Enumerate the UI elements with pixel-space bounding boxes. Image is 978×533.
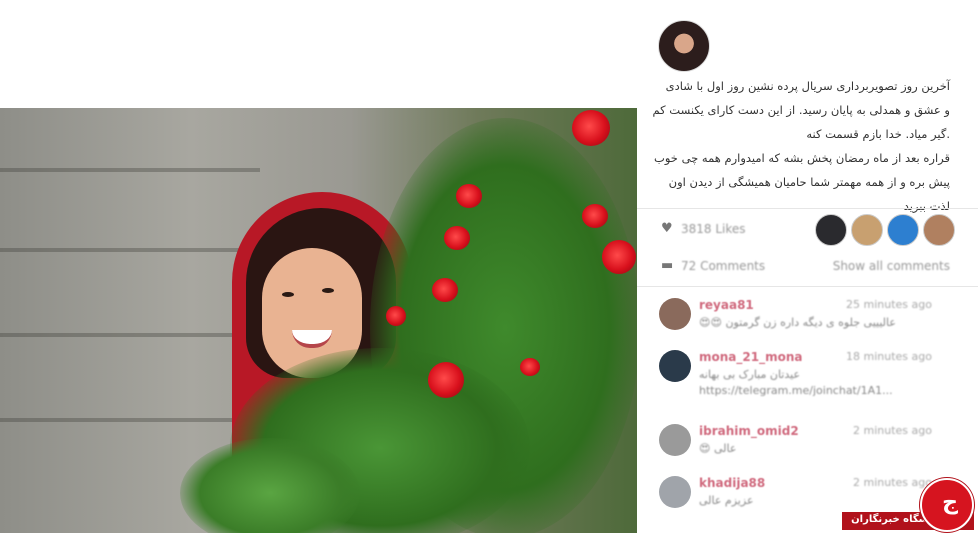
photo-rose xyxy=(572,110,610,146)
liker-avatar[interactable] xyxy=(815,214,847,246)
comment-item: reyaa81 25 minutes ago 😍😍 عالیییی جلوه ی… xyxy=(637,294,978,344)
photo-rose xyxy=(444,226,470,250)
divider xyxy=(637,286,978,287)
divider xyxy=(637,208,978,209)
photo-stair-shadow xyxy=(0,333,260,337)
comment-bubble-icon: ▬ xyxy=(661,258,674,273)
likes-row[interactable]: ♥ 3818 Likes xyxy=(637,212,978,248)
comment-text: 😍😍 عالیییی جلوه ی دیگه داره زن گرمتون xyxy=(699,316,896,329)
commenter-avatar[interactable] xyxy=(659,476,691,508)
watermark-logo-icon: ج xyxy=(920,478,974,532)
caption-line: آخرین روز تصویربرداری سریال پرده نشین رو… xyxy=(665,79,950,93)
author-avatar[interactable] xyxy=(658,20,710,72)
comment-text: عزیزم عالی xyxy=(699,494,754,507)
comment-text: عیدتان مبارک بی بهانه xyxy=(699,368,801,381)
caption-line: .گیر میاد. خدا بازم قسمت کنه xyxy=(806,127,950,141)
caption-line: و عشق و همدلی به پایان رسید. از این دست … xyxy=(652,103,950,117)
liker-avatar[interactable] xyxy=(851,214,883,246)
heart-icon[interactable]: ♥ xyxy=(661,222,675,236)
photo-eye xyxy=(322,288,334,293)
liker-avatar[interactable] xyxy=(923,214,955,246)
photo-rose xyxy=(582,204,608,228)
commenter-username[interactable]: mona_21_mona xyxy=(699,350,802,364)
photo-stair-shadow xyxy=(0,418,260,422)
show-all-comments-link[interactable]: Show all comments xyxy=(833,259,950,273)
photo-rose xyxy=(386,306,406,326)
liker-avatar[interactable] xyxy=(887,214,919,246)
commenter-username[interactable]: ibrahim_omid2 xyxy=(699,424,799,438)
comment-text: 😍 عالی xyxy=(699,442,737,455)
comment-time: 2 minutes ago xyxy=(853,424,932,437)
commenter-avatar[interactable] xyxy=(659,298,691,330)
photo-rose xyxy=(520,358,540,376)
photo-stair-shadow xyxy=(0,168,260,172)
post-photo[interactable] xyxy=(0,108,637,533)
commenter-username[interactable]: reyaa81 xyxy=(699,298,754,312)
commenter-username[interactable]: khadija88 xyxy=(699,476,765,490)
comment-link[interactable]: https://telegram.me/joinchat/1A1... xyxy=(699,384,893,397)
caption-line: پیش بره و از همه مهمتر شما حامیان همیشگی… xyxy=(668,175,950,189)
comment-time: 25 minutes ago xyxy=(846,298,932,311)
likes-count[interactable]: 3818 Likes xyxy=(681,222,746,236)
comments-count: 72 Comments xyxy=(681,259,766,273)
photo-eye xyxy=(282,292,294,297)
news-agency-watermark: باشگاه خبرنگاران ج xyxy=(842,478,974,532)
comment-item: ibrahim_omid2 2 minutes ago 😍 عالی xyxy=(637,420,978,470)
photo-rose xyxy=(602,240,636,274)
post-caption: آخرین روز تصویربرداری سریال پرده نشین رو… xyxy=(645,74,950,218)
caption-line: قراره بعد از ماه رمضان پخش بشه که امیدوا… xyxy=(654,151,950,165)
photo-stair-shadow xyxy=(0,248,260,252)
commenter-avatar[interactable] xyxy=(659,424,691,456)
watermark-logo-glyph: ج xyxy=(942,490,958,515)
comments-row: ▬ 72 Comments Show all comments xyxy=(637,252,978,282)
commenter-avatar[interactable] xyxy=(659,350,691,382)
photo-rose xyxy=(428,362,464,398)
comment-item: mona_21_mona 18 minutes ago عیدتان مبارک… xyxy=(637,346,978,397)
photo-rose xyxy=(432,278,458,302)
comment-time: 18 minutes ago xyxy=(846,350,932,363)
photo-rose xyxy=(456,184,482,208)
